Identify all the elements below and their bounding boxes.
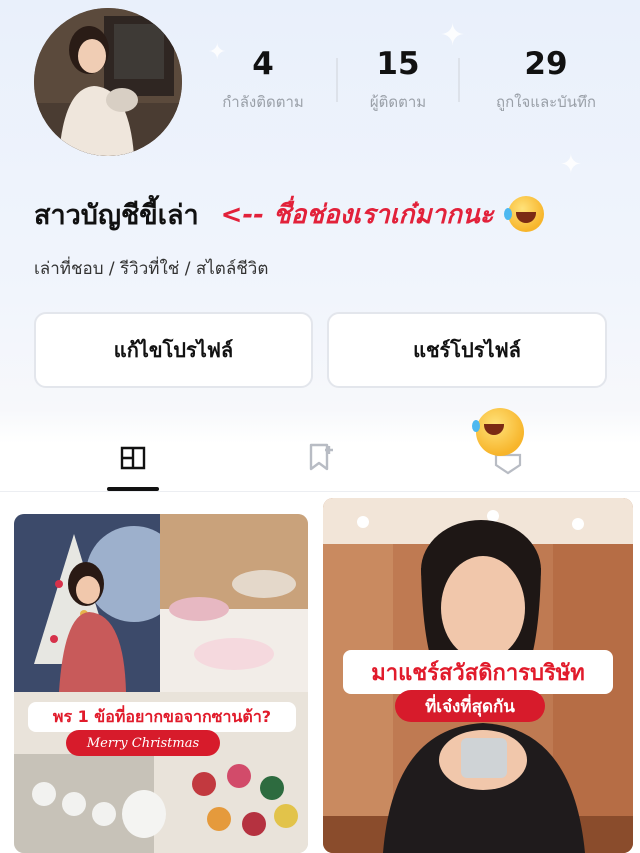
likes-saves-count: 29 — [524, 46, 568, 82]
following-count: 4 — [252, 46, 274, 82]
avatar-photo — [34, 8, 182, 156]
likes-saves-label: ถูกใจและบันทึก — [496, 93, 596, 111]
tabs-divider — [0, 491, 640, 492]
laughing-emoji-icon — [472, 408, 524, 456]
followers-count: 15 — [376, 46, 420, 82]
followers-label: ผู้ติดตาม — [369, 93, 427, 111]
followers-stat[interactable]: 15 ผู้ติดตาม — [328, 46, 468, 114]
avatar[interactable] — [34, 8, 182, 156]
posts-grid-icon — [120, 446, 146, 470]
profile-bio: เล่าที่ชอบ / รีวิวที่ใช่ / สไตล์ชีวิต — [34, 259, 269, 279]
tab-saved[interactable] — [290, 432, 350, 482]
share-profile-button[interactable]: แชร์โปรไฟล์ — [327, 312, 607, 388]
post-thumbnail — [14, 514, 308, 853]
edit-profile-button[interactable]: แก้ไขโปรไฟล์ — [34, 312, 313, 388]
post-tag: Merry Christmas — [66, 730, 220, 756]
post-card[interactable]: มาแชร์สวัสดิการบริษัท ที่เจ๋งที่สุดกัน — [323, 498, 633, 853]
post-headline: มาแชร์สวัสดิการบริษัท — [343, 650, 613, 694]
post-card[interactable]: พร 1 ข้อที่อยากขอจากซานต้า? Merry Christ… — [14, 514, 308, 853]
post-tag: ที่เจ๋งที่สุดกัน — [395, 690, 545, 722]
saved-bookmark-icon — [309, 443, 333, 471]
tab-posts[interactable] — [103, 432, 163, 482]
profile-name-row: สาวบัญชีขี้เล่า <-- ชื่อช่องเราเก๋มากนะ — [34, 190, 544, 238]
following-label: กำลังติดตาม — [222, 93, 304, 111]
name-annotation: <-- ชื่อช่องเราเก๋มากนะ — [220, 199, 494, 230]
sparkle-decoration: ✦ — [560, 150, 582, 180]
likes-saves-stat[interactable]: 29 ถูกใจและบันทึก — [476, 46, 616, 114]
profile-name: สาวบัญชีขี้เล่า — [34, 199, 199, 231]
post-headline: พร 1 ข้อที่อยากขอจากซานต้า? — [28, 702, 296, 732]
stat-divider — [458, 58, 460, 102]
laughing-emoji-icon — [503, 196, 544, 232]
following-stat[interactable]: 4 กำลังติดตาม — [193, 46, 333, 114]
